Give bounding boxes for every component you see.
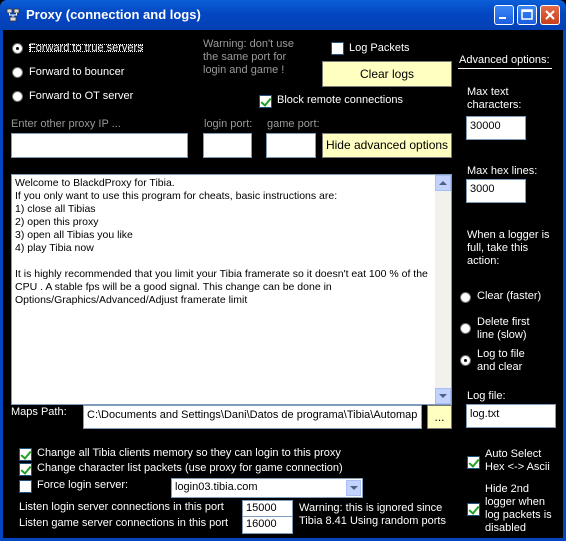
clear-faster-radio[interactable] <box>460 292 471 303</box>
login-port-label: login port: <box>204 118 253 130</box>
proxy-ip-input[interactable] <box>11 133 188 158</box>
log-textarea[interactable]: Welcome to BlackdProxy for Tibia. If you… <box>11 174 452 405</box>
forward-bouncer-label[interactable]: Forward to bouncer <box>29 66 124 78</box>
maximize-icon <box>521 9 533 20</box>
log-to-file-radio[interactable] <box>460 355 471 366</box>
block-remote-label: Block remote connections <box>277 94 403 106</box>
change-charlist-label: Change character list packets (use proxy… <box>37 462 343 474</box>
listen-game-port-input[interactable]: 16000 <box>242 516 293 534</box>
chevron-down-icon <box>439 394 447 398</box>
forward-true-label[interactable]: Forward to true servers <box>27 42 145 54</box>
minimize-button[interactable] <box>494 5 514 25</box>
maximize-button[interactable] <box>517 5 537 25</box>
port-conflict-warning: Warning: don't use the same port for log… <box>203 38 294 76</box>
change-charlist-checkbox[interactable] <box>19 463 32 476</box>
log-packets-label: Log Packets <box>349 42 410 54</box>
dropdown-button[interactable] <box>346 480 361 496</box>
log-to-file-label[interactable]: Log to file and clear <box>477 348 525 374</box>
login-server-select[interactable]: login03.tibia.com <box>171 478 363 498</box>
change-memory-label: Change all Tibia clients memory so they … <box>37 447 341 459</box>
max-hex-input[interactable]: 3000 <box>466 179 526 203</box>
hide-2nd-logger-label: Hide 2nd logger when log packets is disa… <box>485 483 552 534</box>
proxy-ip-placeholder: Enter other proxy IP ... <box>11 118 121 130</box>
maps-path-label: Maps Path: <box>11 406 67 418</box>
chevron-down-icon <box>350 486 358 490</box>
login-server-value: login03.tibia.com <box>175 481 258 493</box>
login-port-input[interactable] <box>203 133 252 158</box>
logger-full-label: When a logger is full, take this action: <box>467 229 550 267</box>
force-login-label: Force login server: <box>37 479 129 491</box>
advanced-divider <box>458 68 552 69</box>
minimize-icon <box>499 17 506 19</box>
random-ports-warning: Warning: this is ignored since Tibia 8.4… <box>299 502 446 527</box>
delete-first-label[interactable]: Delete first line (slow) <box>477 316 530 342</box>
window-title: Proxy (connection and logs) <box>26 7 201 22</box>
force-login-checkbox[interactable] <box>19 480 32 493</box>
block-remote-checkbox[interactable] <box>259 95 272 108</box>
listen-login-port-input[interactable]: 15000 <box>242 500 293 517</box>
clear-faster-label[interactable]: Clear (faster) <box>477 290 541 302</box>
change-memory-checkbox[interactable] <box>19 448 32 461</box>
network-icon <box>6 8 20 22</box>
log-scrollbar[interactable] <box>435 175 451 404</box>
max-text-label: Max text characters: <box>467 86 522 111</box>
auto-select-checkbox[interactable] <box>467 456 480 469</box>
title-bar[interactable]: Proxy (connection and logs) <box>0 0 566 30</box>
game-port-label: game port: <box>267 118 320 130</box>
hide-advanced-button[interactable]: Hide advanced options <box>322 133 452 158</box>
chevron-up-icon <box>439 181 447 185</box>
listen-game-label: Listen game server connections in this p… <box>19 517 229 529</box>
browse-button[interactable]: ... <box>427 405 452 429</box>
auto-select-label: Auto Select Hex <-> Ascii <box>485 448 550 473</box>
scroll-down-button[interactable] <box>435 388 451 404</box>
scroll-up-button[interactable] <box>435 175 451 191</box>
log-file-label: Log file: <box>467 390 506 402</box>
forward-ot-label[interactable]: Forward to OT server <box>29 90 133 102</box>
log-text: Welcome to BlackdProxy for Tibia. If you… <box>15 177 428 306</box>
game-port-input[interactable] <box>266 133 316 158</box>
hide-2nd-logger-checkbox[interactable] <box>467 503 480 516</box>
clear-logs-button[interactable]: Clear logs <box>322 61 452 87</box>
maps-path-input[interactable]: C:\Documents and Settings\Dani\Datos de … <box>83 405 422 429</box>
forward-true-radio[interactable] <box>12 43 23 54</box>
max-text-input[interactable]: 30000 <box>466 116 526 140</box>
log-file-input[interactable]: log.txt <box>466 404 556 428</box>
log-packets-checkbox[interactable] <box>331 42 344 55</box>
max-hex-label: Max hex lines: <box>467 165 538 177</box>
listen-login-label: Listen login server connections in this … <box>19 501 224 513</box>
close-icon <box>545 10 555 20</box>
delete-first-radio[interactable] <box>460 323 471 334</box>
advanced-title: Advanced options: <box>459 54 550 66</box>
close-button[interactable] <box>540 5 560 25</box>
forward-ot-radio[interactable] <box>12 91 23 102</box>
forward-bouncer-radio[interactable] <box>12 67 23 78</box>
